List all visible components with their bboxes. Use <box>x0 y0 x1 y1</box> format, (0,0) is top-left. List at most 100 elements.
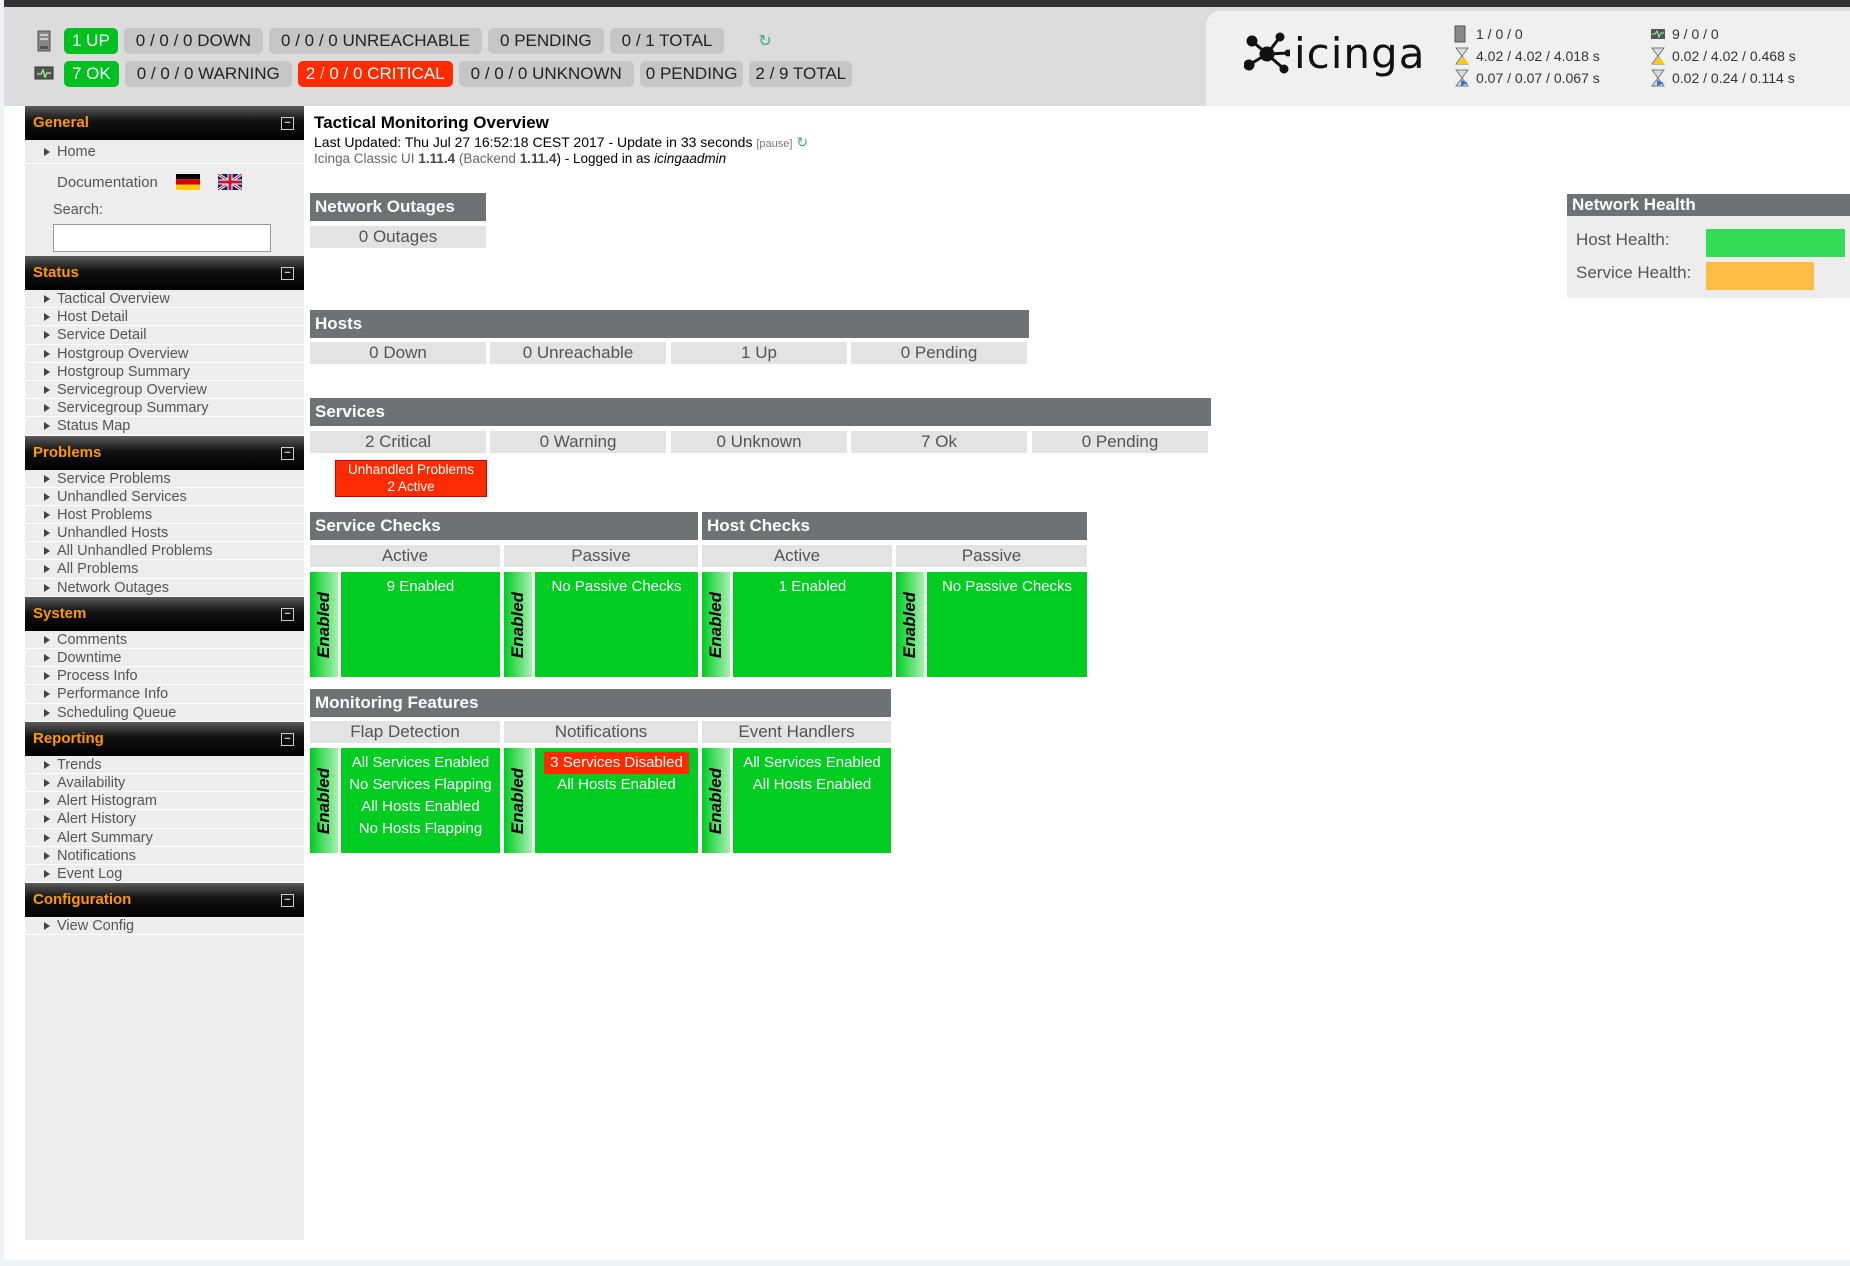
sidebar-item-hostgroup-overview[interactable]: Hostgroup Overview <box>25 345 304 363</box>
service-perf: 9 / 0 / 0 0.02 / 4.02 / 0.468 s 0.02 / 0… <box>1650 23 1796 89</box>
sidebar-item-unhandled-hosts[interactable]: Unhandled Hosts <box>25 524 304 543</box>
network-health-title: Network Health <box>1567 194 1850 216</box>
hosts-unreachable-badge[interactable]: 0 / 0 / 0 UNREACHABLE <box>269 28 483 54</box>
enabled-strip: Enabled <box>504 572 532 677</box>
hosts-total-badge[interactable]: 0 / 1 TOTAL <box>609 28 725 54</box>
services-critical-cell[interactable]: 2 Critical <box>310 431 486 453</box>
service-status-row: 7 OK 0 / 0 / 0 WARNING 2 / 0 / 0 CRITICA… <box>34 61 853 87</box>
services-unknown-badge[interactable]: 0 / 0 / 0 UNKNOWN <box>458 61 634 87</box>
sidebar-item-network-outages[interactable]: Network Outages <box>25 579 304 597</box>
german-flag-icon[interactable] <box>175 174 200 190</box>
services-critical-badge[interactable]: 2 / 0 / 0 CRITICAL <box>297 61 453 87</box>
sidebar-item-tactical-overview[interactable]: Tactical Overview <box>25 290 304 309</box>
sidebar-section-reporting[interactable]: Reporting − <box>25 721 304 756</box>
sidebar-item-alert-history[interactable]: Alert History <box>25 810 304 829</box>
sidebar-item-all-problems[interactable]: All Problems <box>25 560 304 579</box>
sidebar-item-service-problems[interactable]: Service Problems <box>25 470 304 488</box>
service-active-checks[interactable]: 9 Enabled <box>341 572 500 677</box>
service-checks-passive-label: Passive <box>504 545 698 567</box>
documentation-link[interactable]: Documentation <box>57 174 158 191</box>
collapse-icon[interactable]: − <box>281 732 294 746</box>
notifications-status[interactable]: 3 Services Disabled All Hosts Enabled <box>535 748 698 853</box>
hosts-up-badge[interactable]: 1 UP <box>64 28 118 54</box>
host-checks-passive-label: Passive <box>896 545 1087 567</box>
sidebar-item-performance-info[interactable]: Performance Info <box>25 685 304 704</box>
notifications-line: All Hosts Enabled <box>557 776 676 793</box>
sidebar-item-trends[interactable]: Trends <box>25 756 304 774</box>
reporting-nav: Trends Availability Alert Histogram Aler… <box>25 756 304 884</box>
pause-link[interactable]: [pause] <box>756 138 792 150</box>
services-unknown-cell[interactable]: 0 Unknown <box>671 431 847 453</box>
enabled-label: Enabled <box>314 767 333 834</box>
services-pending-cell[interactable]: 0 Pending <box>1032 431 1208 453</box>
section-title: Configuration <box>33 891 132 909</box>
collapse-icon[interactable]: − <box>281 117 294 130</box>
version-prefix: Icinga Classic UI <box>314 151 415 166</box>
sidebar-item-availability[interactable]: Availability <box>25 774 304 793</box>
sidebar-item-process-info[interactable]: Process Info <box>25 667 304 686</box>
sidebar-section-status[interactable]: Status − <box>25 256 304 290</box>
services-ok-badge[interactable]: 7 OK <box>64 61 119 87</box>
sidebar-item-host-detail[interactable]: Host Detail <box>25 308 304 327</box>
services-disabled-badge[interactable]: 3 Services Disabled <box>544 752 689 774</box>
sidebar-item-scheduling-queue[interactable]: Scheduling Queue <box>25 704 304 722</box>
uk-flag-icon[interactable] <box>217 172 243 192</box>
unhandled-problems-badge[interactable]: Unhandled Problems 2 Active <box>335 460 487 497</box>
sidebar-section-configuration[interactable]: Configuration − <box>25 883 304 918</box>
sidebar-item-view-config[interactable]: View Config <box>25 917 304 936</box>
sidebar-item-servicegroup-overview[interactable]: Servicegroup Overview <box>25 381 304 400</box>
sidebar-item-hostgroup-summary[interactable]: Hostgroup Summary <box>25 363 304 381</box>
service-passive-checks[interactable]: No Passive Checks <box>535 572 698 677</box>
sidebar-item-status-map[interactable]: Status Map <box>25 417 304 436</box>
collapse-icon[interactable]: − <box>281 894 294 908</box>
host-perf: 1 / 0 / 0 4.02 / 4.02 / 4.018 s 0.07 / 0… <box>1454 23 1600 89</box>
refresh-icon[interactable]: ↻ <box>796 134 808 150</box>
enabled-label: Enabled <box>706 591 725 658</box>
sidebar-item-service-detail[interactable]: Service Detail <box>25 326 304 345</box>
sidebar-item-alert-histogram[interactable]: Alert Histogram <box>25 792 304 811</box>
collapse-icon[interactable]: − <box>281 607 294 621</box>
section-title: Problems <box>33 443 102 461</box>
hosts-pending-cell[interactable]: 0 Pending <box>851 342 1027 364</box>
sidebar-section-system[interactable]: System − <box>25 596 304 631</box>
last-updated-text: Last Updated: Thu Jul 27 16:52:18 CEST 2… <box>314 134 753 150</box>
outages-value[interactable]: 0 Outages <box>310 226 486 248</box>
sidebar-item-unhandled-services[interactable]: Unhandled Services <box>25 488 304 506</box>
services-warning-cell[interactable]: 0 Warning <box>490 431 666 453</box>
hourglass-arrow-icon <box>1454 69 1470 87</box>
flap-detection-status[interactable]: All Services Enabled No Services Flappin… <box>341 748 500 853</box>
sidebar-item-all-unhandled-problems[interactable]: All Unhandled Problems <box>25 542 304 561</box>
sidebar-item-downtime[interactable]: Downtime <box>25 649 304 668</box>
host-passive-checks[interactable]: No Passive Checks <box>927 572 1087 677</box>
sidebar-item-servicegroup-summary[interactable]: Servicegroup Summary <box>25 399 304 418</box>
sidebar-section-general[interactable]: General − <box>25 106 304 140</box>
service-perf-counts: 9 / 0 / 0 <box>1672 26 1719 42</box>
services-ok-cell[interactable]: 7 Ok <box>851 431 1027 453</box>
collapse-icon[interactable]: − <box>281 267 294 280</box>
sidebar-item-alert-summary[interactable]: Alert Summary <box>25 829 304 847</box>
hosts-down-badge[interactable]: 0 / 0 / 0 DOWN <box>123 28 264 54</box>
search-input[interactable] <box>53 224 271 252</box>
sidebar-item-event-log[interactable]: Event Log <box>25 865 304 884</box>
icinga-logo[interactable]: icinga <box>1244 29 1425 78</box>
sidebar-section-problems[interactable]: Problems − <box>25 435 304 470</box>
sidebar-item-notifications[interactable]: Notifications <box>25 847 304 865</box>
enabled-strip: Enabled <box>896 572 924 677</box>
monitoring-features-header: Monitoring Features <box>310 689 891 717</box>
sidebar-item-home[interactable]: Home <box>25 140 304 164</box>
hosts-unreachable-cell[interactable]: 0 Unreachable <box>490 342 666 364</box>
refresh-icon[interactable]: ↻ <box>758 31 771 51</box>
hosts-down-cell[interactable]: 0 Down <box>310 342 486 364</box>
host-active-checks[interactable]: 1 Enabled <box>733 572 892 677</box>
services-total-badge[interactable]: 2 / 9 TOTAL <box>749 61 853 87</box>
services-pending-badge[interactable]: 0 PENDING <box>639 61 744 87</box>
service-checks-active-label: Active <box>310 545 500 567</box>
sidebar-item-comments[interactable]: Comments <box>25 631 304 649</box>
service-perf-exec: 0.02 / 0.24 / 0.114 s <box>1672 70 1795 86</box>
sidebar-item-host-problems[interactable]: Host Problems <box>25 506 304 525</box>
hosts-pending-badge[interactable]: 0 PENDING <box>488 28 604 54</box>
hosts-up-cell[interactable]: 1 Up <box>671 342 847 364</box>
collapse-icon[interactable]: − <box>281 446 294 460</box>
event-handlers-status[interactable]: All Services Enabled All Hosts Enabled <box>733 748 891 853</box>
services-warning-badge[interactable]: 0 / 0 / 0 WARNING <box>124 61 292 87</box>
